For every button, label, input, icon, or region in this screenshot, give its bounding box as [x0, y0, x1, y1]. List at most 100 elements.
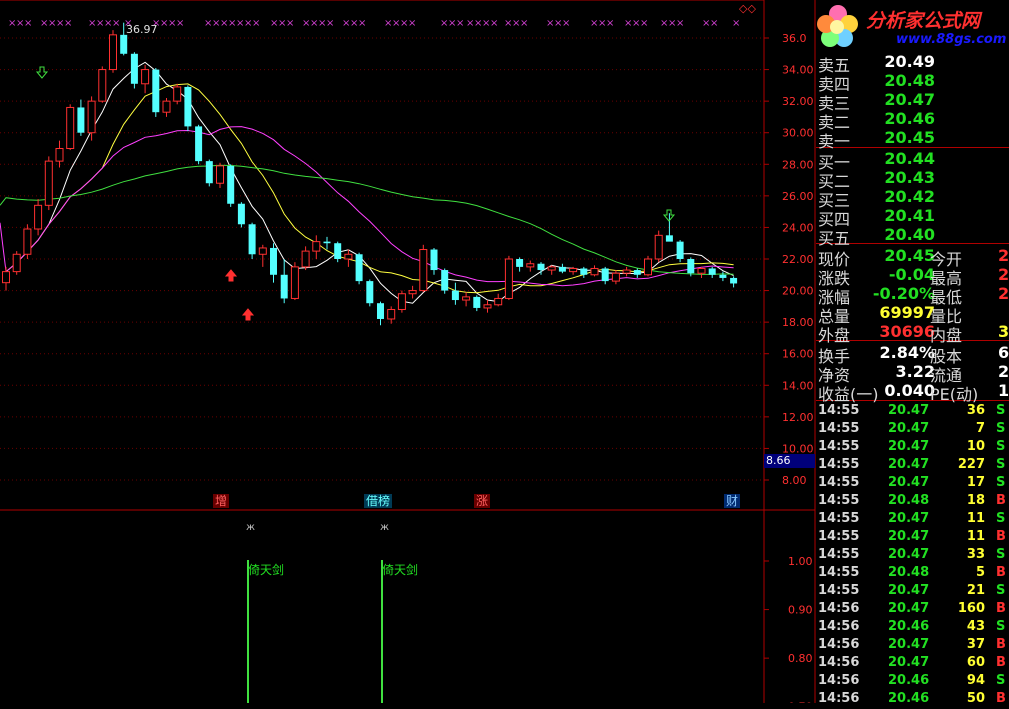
top-signal-mark: × — [326, 18, 334, 29]
tick-volume: 21 — [966, 583, 985, 598]
candle-body-down — [355, 254, 363, 282]
ask-row: 卖二 20.46 — [816, 109, 1009, 132]
candle-body-down — [120, 34, 128, 54]
tick-row: 14:55 20.48 18 B — [816, 493, 1009, 511]
candle-body-down — [280, 274, 288, 299]
tick-volume: 10 — [966, 439, 985, 454]
stat-row: 总量 69997 量比 — [816, 303, 1009, 326]
candle-body-down — [441, 270, 449, 291]
top-signal-mark: × — [252, 18, 260, 29]
high-price-label: 36.97 — [126, 23, 158, 36]
tick-side: S — [996, 547, 1006, 562]
event-marker-rise[interactable]: 涨 — [474, 494, 491, 508]
quote-value: 69997 — [879, 303, 935, 322]
tick-price: 20.47 — [888, 655, 930, 670]
tick-row: 14:55 20.47 227 S — [816, 457, 1009, 475]
tick-side: B — [996, 691, 1006, 706]
y-axis-label: 18.00 — [782, 316, 814, 329]
top-signal-mark: × — [64, 18, 72, 29]
bid-row: 买一 20.44 — [816, 149, 1009, 172]
event-marker-dragon-tiger[interactable]: 借榜 — [364, 494, 393, 508]
tick-row: 14:56 20.47 60 B — [816, 655, 1009, 673]
candle-body-up — [397, 293, 406, 311]
quote-value: 20.46 — [884, 109, 935, 128]
tick-time: 14:56 — [818, 691, 860, 706]
top-signal-mark: × — [676, 18, 684, 29]
candle-body-down — [334, 243, 342, 259]
tick-volume: 94 — [966, 673, 985, 688]
tick-price: 20.48 — [888, 493, 930, 508]
candle-body-up — [387, 309, 396, 320]
candle-body-down — [227, 165, 235, 204]
tick-side: S — [996, 403, 1006, 418]
stat-row: 涨跌 -0.04 最高 2 — [816, 265, 1009, 288]
tick-time: 14:55 — [818, 421, 860, 436]
quote-value: 20.45 — [884, 246, 935, 265]
candle-body-down — [430, 249, 438, 271]
top-signal-mark: × — [112, 18, 120, 29]
stat-row: 外盘30696内盘39 — [816, 322, 1009, 345]
candle-body-up — [66, 106, 75, 150]
quote-value: 20.40 — [884, 225, 935, 244]
candle-body-down — [152, 69, 160, 113]
top-signal-mark: × — [456, 18, 464, 29]
tick-side: S — [996, 511, 1006, 526]
candle-body-down — [676, 241, 684, 259]
candle-body-down — [184, 86, 192, 127]
candle-body-up — [98, 69, 107, 102]
signal-label-yitianjian-1: 倚天剑 — [248, 563, 285, 577]
candle-body-up — [611, 272, 620, 282]
candle-body-down — [366, 281, 374, 304]
tick-time: 14:55 — [818, 547, 860, 562]
tick-side: B — [996, 493, 1006, 508]
candle-body-down — [601, 268, 609, 282]
candle-body-up — [622, 269, 631, 274]
candle-body-up — [301, 250, 310, 268]
top-signal-mark: × — [408, 18, 416, 29]
tick-side: B — [996, 601, 1006, 616]
quote-value: 20.44 — [884, 149, 935, 168]
top-signal-mark: × — [358, 18, 366, 29]
bid-row: 买五 20.40 — [816, 225, 1009, 248]
top-signal-mark: × — [24, 18, 32, 29]
y-axis-label: 22.00 — [782, 253, 814, 266]
quote-value: 39 — [998, 322, 1009, 341]
quote-value: 2 — [998, 265, 1009, 284]
candle-body-up — [569, 267, 578, 273]
candle-body-down — [77, 107, 85, 133]
indicator-y-label: 0.90 — [788, 604, 813, 617]
candle-body-up — [34, 204, 43, 230]
tick-price: 20.47 — [888, 547, 930, 562]
event-marker-finance[interactable]: 财 — [724, 494, 741, 508]
tick-side: S — [996, 439, 1006, 454]
candle-body-down — [237, 203, 245, 225]
tick-volume: 60 — [966, 655, 985, 670]
candle-body-down — [451, 290, 459, 301]
tick-volume: 11 — [966, 511, 985, 526]
tick-price: 20.47 — [888, 457, 930, 472]
candle-body-down — [248, 224, 256, 255]
candle-body-down — [205, 161, 213, 184]
stat-row: 涨幅 -0.20% 最低 2 — [816, 284, 1009, 307]
candle-body-up — [654, 234, 663, 260]
tick-price: 20.47 — [888, 511, 930, 526]
tick-time: 14:55 — [818, 511, 860, 526]
tick-row: 14:55 20.47 17 S — [816, 475, 1009, 493]
candle-body-up — [23, 228, 32, 255]
tick-volume: 43 — [966, 619, 985, 634]
tick-side: B — [996, 655, 1006, 670]
candle-body-up — [344, 253, 353, 260]
quote-value: -0.04 — [888, 265, 935, 284]
tick-price: 20.47 — [888, 421, 930, 436]
y-axis-label: 8.00 — [782, 474, 807, 487]
chart-corner-marker[interactable]: ◇◇ — [739, 2, 756, 15]
quote-value: 6.4 — [998, 343, 1009, 362]
indicator-y-label: 0.80 — [788, 652, 813, 665]
candle-body-up — [504, 258, 513, 299]
event-marker-increase[interactable]: 增 — [213, 494, 230, 508]
tick-price: 20.47 — [888, 637, 930, 652]
tick-side: S — [996, 673, 1006, 688]
quote-value: 20.42 — [884, 187, 935, 206]
candle-body-down — [558, 266, 566, 272]
quote-value: 1 — [998, 381, 1009, 400]
